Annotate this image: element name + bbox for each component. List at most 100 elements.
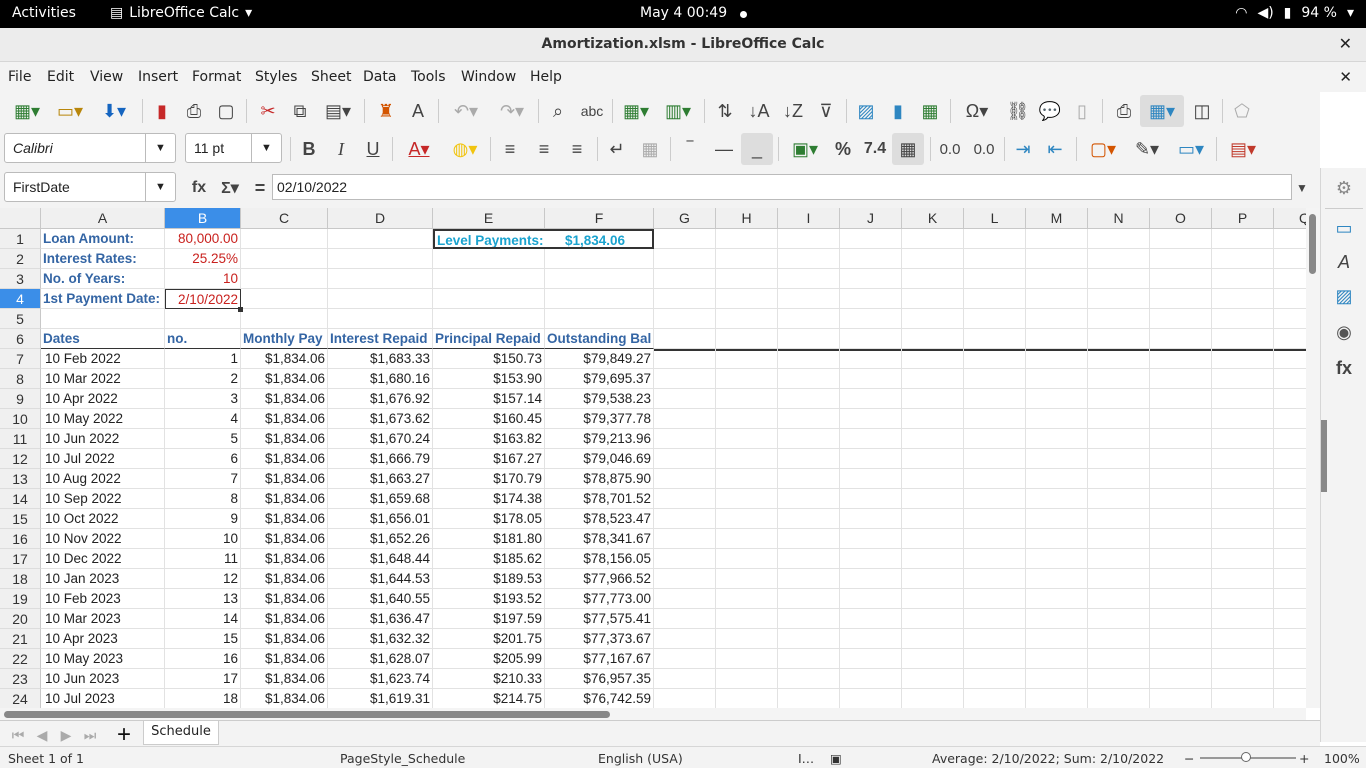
empty-cell[interactable] (964, 229, 1026, 249)
empty-cell[interactable] (1274, 549, 1306, 569)
empty-cell[interactable] (716, 229, 778, 249)
schedule-cell[interactable]: 10 Jan 2023 (41, 569, 165, 589)
empty-cell[interactable] (716, 649, 778, 669)
empty-cell[interactable] (902, 229, 964, 249)
empty-cell[interactable] (1274, 509, 1306, 529)
empty-cell[interactable] (840, 449, 902, 469)
align-left-icon[interactable]: ≡ (496, 135, 524, 163)
empty-cell[interactable] (778, 489, 840, 509)
schedule-cell[interactable]: $78,341.67 (545, 529, 654, 549)
sidebar-collapse-handle[interactable] (1321, 420, 1327, 492)
empty-cell[interactable] (964, 269, 1026, 289)
empty-cell[interactable] (654, 649, 716, 669)
empty-cell[interactable] (1212, 669, 1274, 689)
sort-descending-icon[interactable]: ↓Z (778, 97, 808, 125)
copy-icon[interactable]: ⧉ (286, 97, 314, 125)
schedule-cell[interactable]: $1,676.92 (328, 389, 433, 409)
empty-cell[interactable] (1026, 489, 1088, 509)
properties-icon[interactable]: ▭ (1330, 214, 1358, 242)
row-header-19[interactable]: 19 (0, 589, 41, 609)
empty-cell[interactable] (840, 589, 902, 609)
bold-icon[interactable]: B (296, 135, 322, 163)
font-color-icon[interactable]: A▾ (398, 135, 440, 163)
empty-cell[interactable] (1026, 389, 1088, 409)
empty-cell[interactable] (964, 489, 1026, 509)
empty-cell[interactable] (1026, 609, 1088, 629)
empty-cell[interactable] (1088, 489, 1150, 509)
menu-window[interactable]: Window (461, 69, 516, 85)
schedule-cell[interactable]: $1,834.06 (241, 489, 328, 509)
schedule-cell[interactable]: 18 (165, 689, 241, 708)
schedule-cell[interactable]: $174.38 (433, 489, 545, 509)
formula-icon[interactable]: = (250, 174, 270, 202)
row-header-21[interactable]: 21 (0, 629, 41, 649)
cell-b4-selected[interactable]: 2/10/2022 (165, 289, 241, 309)
empty-cell[interactable] (1212, 509, 1274, 529)
empty-cell[interactable] (1274, 309, 1306, 329)
row-header-23[interactable]: 23 (0, 669, 41, 689)
empty-cell[interactable] (1274, 629, 1306, 649)
row-header-6[interactable]: 6 (0, 329, 41, 349)
empty-cell[interactable] (716, 449, 778, 469)
empty-cell[interactable] (1026, 309, 1088, 329)
schedule-cell[interactable]: $1,644.53 (328, 569, 433, 589)
empty-cell[interactable] (654, 329, 716, 349)
schedule-cell[interactable]: 10 Nov 2022 (41, 529, 165, 549)
empty-cell[interactable] (778, 649, 840, 669)
schedule-cell[interactable]: 10 Aug 2022 (41, 469, 165, 489)
schedule-cell[interactable]: $1,834.06 (241, 609, 328, 629)
horizontal-scroll-thumb[interactable] (4, 711, 610, 718)
empty-cell[interactable] (1026, 269, 1088, 289)
empty-cell[interactable] (964, 389, 1026, 409)
empty-cell[interactable] (1088, 629, 1150, 649)
row-header-10[interactable]: 10 (0, 409, 41, 429)
empty-cell[interactable] (1212, 229, 1274, 249)
empty-cell[interactable] (778, 449, 840, 469)
row-header-11[interactable]: 11 (0, 429, 41, 449)
empty-cell[interactable] (964, 409, 1026, 429)
empty-cell[interactable] (716, 389, 778, 409)
font-name-combo[interactable]: Calibri ▼ (4, 133, 176, 163)
previous-sheet-icon[interactable]: ◀ (32, 721, 52, 749)
empty-cell[interactable] (1088, 449, 1150, 469)
row-header-12[interactable]: 12 (0, 449, 41, 469)
border-color-icon[interactable]: ▭▾ (1170, 135, 1212, 163)
empty-cell[interactable] (1150, 689, 1212, 708)
schedule-cell[interactable]: $1,834.06 (241, 549, 328, 569)
schedule-cell[interactable]: $157.14 (433, 389, 545, 409)
schedule-cell[interactable]: $153.90 (433, 369, 545, 389)
schedule-cell[interactable]: $1,628.07 (328, 649, 433, 669)
schedule-cell[interactable]: $1,834.06 (241, 689, 328, 708)
empty-cell[interactable] (165, 309, 241, 329)
split-window-icon[interactable]: ◫ (1188, 97, 1216, 125)
empty-cell[interactable] (545, 289, 654, 309)
empty-cell[interactable] (1150, 489, 1212, 509)
column-header-e[interactable]: E (433, 208, 545, 229)
empty-cell[interactable] (840, 409, 902, 429)
row-header-20[interactable]: 20 (0, 609, 41, 629)
empty-cell[interactable] (716, 249, 778, 269)
empty-cell[interactable] (964, 549, 1026, 569)
clear-formatting-icon[interactable]: A (404, 97, 432, 125)
empty-cell[interactable] (241, 309, 328, 329)
row-header-15[interactable]: 15 (0, 509, 41, 529)
empty-cell[interactable] (1088, 669, 1150, 689)
empty-cell[interactable] (778, 429, 840, 449)
empty-cell[interactable] (41, 309, 165, 329)
empty-cell[interactable] (654, 529, 716, 549)
empty-cell[interactable] (840, 229, 902, 249)
last-sheet-icon[interactable]: ⏭ (80, 721, 100, 749)
decrease-indent-icon[interactable]: ⇤ (1040, 135, 1070, 163)
empty-cell[interactable] (1212, 369, 1274, 389)
empty-cell[interactable] (778, 389, 840, 409)
schedule-cell[interactable]: 16 (165, 649, 241, 669)
column-header-k[interactable]: K (902, 208, 964, 229)
empty-cell[interactable] (902, 549, 964, 569)
empty-cell[interactable] (433, 289, 545, 309)
empty-cell[interactable] (1088, 509, 1150, 529)
schedule-cell[interactable]: $1,673.62 (328, 409, 433, 429)
empty-cell[interactable] (1088, 589, 1150, 609)
empty-cell[interactable] (654, 389, 716, 409)
empty-cell[interactable] (1150, 269, 1212, 289)
empty-cell[interactable] (778, 289, 840, 309)
